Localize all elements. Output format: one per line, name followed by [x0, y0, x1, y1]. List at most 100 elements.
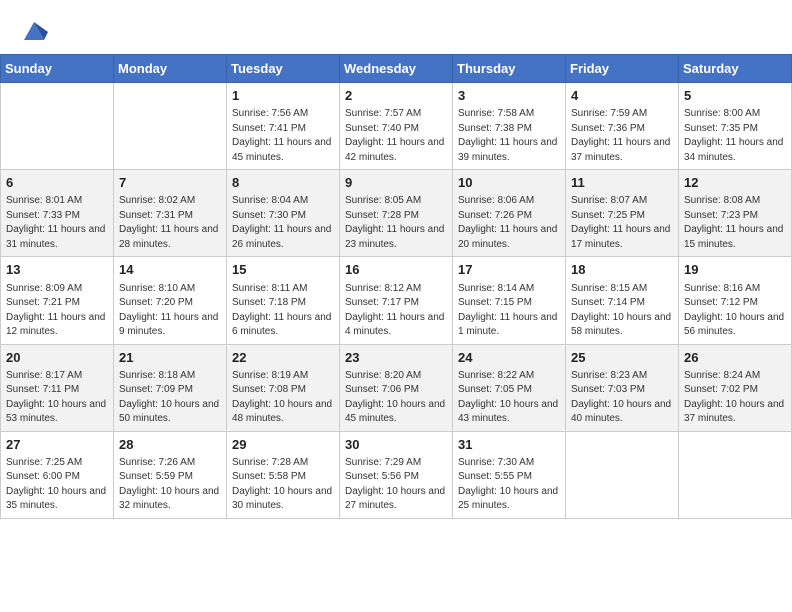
day-info: Sunrise: 7:26 AM Sunset: 5:59 PM Dayligh… — [119, 456, 221, 514]
day-info: Sunrise: 8:00 AM Sunset: 7:35 PM Dayligh… — [684, 107, 786, 165]
calendar-cell — [566, 431, 679, 518]
calendar-cell: 2 Sunrise: 7:57 AM Sunset: 7:40 PM Daylig… — [340, 83, 453, 170]
calendar-cell: 15Sunrise: 8:11 AM Sunset: 7:18 PM Dayli… — [227, 257, 340, 344]
day-number: 3 — [458, 87, 560, 105]
day-info: Sunrise: 8:08 AM Sunset: 7:23 PM Dayligh… — [684, 194, 786, 252]
logo — [18, 12, 48, 44]
day-number: 9 — [345, 174, 447, 192]
day-number: 23 — [345, 349, 447, 367]
day-info: Sunrise: 8:11 AM Sunset: 7:18 PM Dayligh… — [232, 282, 334, 340]
day-number: 13 — [6, 261, 108, 279]
day-number: 24 — [458, 349, 560, 367]
day-number: 26 — [684, 349, 786, 367]
day-number: 29 — [232, 436, 334, 454]
calendar-cell: 13 Sunrise: 8:09 AM Sunset: 7:21 PM Dayli… — [1, 257, 114, 344]
calendar-cell: 24 Sunrise: 8:22 AM Sunset: 7:05 PM Dayli… — [453, 344, 566, 431]
day-info: Sunrise: 7:56 AM Sunset: 7:41 PM Dayligh… — [232, 107, 334, 165]
day-number: 18 — [571, 261, 673, 279]
day-info: Sunrise: 8:24 AM Sunset: 7:02 PM Dayligh… — [684, 369, 786, 427]
day-info: Sunrise: 8:10 AM Sunset: 7:20 PM Dayligh… — [119, 282, 221, 340]
calendar-cell: 20Sunrise: 8:17 AM Sunset: 7:11 PM Dayli… — [1, 344, 114, 431]
day-number: 1 — [232, 87, 334, 105]
header — [0, 0, 792, 50]
calendar-cell: 16 Sunrise: 8:12 AM Sunset: 7:17 PM Dayli… — [340, 257, 453, 344]
day-info: Sunrise: 8:23 AM Sunset: 7:03 PM Dayligh… — [571, 369, 673, 427]
day-number: 16 — [345, 261, 447, 279]
calendar-cell: 8 Sunrise: 8:04 AM Sunset: 7:30 PM Daylig… — [227, 170, 340, 257]
calendar-week-row: 1 Sunrise: 7:56 AM Sunset: 7:41 PM Daylig… — [1, 83, 792, 170]
day-info: Sunrise: 8:01 AM Sunset: 7:33 PM Dayligh… — [6, 194, 108, 252]
day-number: 22 — [232, 349, 334, 367]
day-number: 8 — [232, 174, 334, 192]
day-number: 30 — [345, 436, 447, 454]
calendar-week-row: 20Sunrise: 8:17 AM Sunset: 7:11 PM Dayli… — [1, 344, 792, 431]
calendar-cell — [679, 431, 792, 518]
day-info: Sunrise: 8:18 AM Sunset: 7:09 PM Dayligh… — [119, 369, 221, 427]
day-info: Sunrise: 8:06 AM Sunset: 7:26 PM Dayligh… — [458, 194, 560, 252]
day-info: Sunrise: 8:15 AM Sunset: 7:14 PM Dayligh… — [571, 282, 673, 340]
calendar-cell: 9 Sunrise: 8:05 AM Sunset: 7:28 PM Daylig… — [340, 170, 453, 257]
calendar-week-row: 13 Sunrise: 8:09 AM Sunset: 7:21 PM Dayli… — [1, 257, 792, 344]
day-info: Sunrise: 8:09 AM Sunset: 7:21 PM Dayligh… — [6, 282, 108, 340]
day-info: Sunrise: 8:14 AM Sunset: 7:15 PM Dayligh… — [458, 282, 560, 340]
day-info: Sunrise: 8:12 AM Sunset: 7:17 PM Dayligh… — [345, 282, 447, 340]
day-info: Sunrise: 8:05 AM Sunset: 7:28 PM Dayligh… — [345, 194, 447, 252]
calendar-cell: 19Sunrise: 8:16 AM Sunset: 7:12 PM Dayli… — [679, 257, 792, 344]
day-number: 25 — [571, 349, 673, 367]
calendar-cell: 12 Sunrise: 8:08 AM Sunset: 7:23 PM Dayli… — [679, 170, 792, 257]
day-number: 27 — [6, 436, 108, 454]
calendar-cell: 30Sunrise: 7:29 AM Sunset: 5:56 PM Dayli… — [340, 431, 453, 518]
calendar-cell: 14 Sunrise: 8:10 AM Sunset: 7:20 PM Dayli… — [114, 257, 227, 344]
calendar-cell: 18 Sunrise: 8:15 AM Sunset: 7:14 PM Dayli… — [566, 257, 679, 344]
calendar-cell — [1, 83, 114, 170]
calendar-cell: 31 Sunrise: 7:30 AM Sunset: 5:55 PM Dayli… — [453, 431, 566, 518]
calendar-cell: 5 Sunrise: 8:00 AM Sunset: 7:35 PM Daylig… — [679, 83, 792, 170]
day-info: Sunrise: 7:25 AM Sunset: 6:00 PM Dayligh… — [6, 456, 108, 514]
calendar-cell: 10 Sunrise: 8:06 AM Sunset: 7:26 PM Dayli… — [453, 170, 566, 257]
calendar-cell: 22 Sunrise: 8:19 AM Sunset: 7:08 PM Dayli… — [227, 344, 340, 431]
day-info: Sunrise: 8:07 AM Sunset: 7:25 PM Dayligh… — [571, 194, 673, 252]
day-number: 6 — [6, 174, 108, 192]
day-info: Sunrise: 8:20 AM Sunset: 7:06 PM Dayligh… — [345, 369, 447, 427]
calendar-cell: 17 Sunrise: 8:14 AM Sunset: 7:15 PM Dayli… — [453, 257, 566, 344]
day-info: Sunrise: 8:16 AM Sunset: 7:12 PM Dayligh… — [684, 282, 786, 340]
calendar-cell: 21 Sunrise: 8:18 AM Sunset: 7:09 PM Dayli… — [114, 344, 227, 431]
day-number: 10 — [458, 174, 560, 192]
day-number: 20 — [6, 349, 108, 367]
day-number: 17 — [458, 261, 560, 279]
day-number: 12 — [684, 174, 786, 192]
day-header-friday: Friday — [566, 55, 679, 83]
calendar-cell: 27 Sunrise: 7:25 AM Sunset: 6:00 PM Dayli… — [1, 431, 114, 518]
calendar-header-row: SundayMondayTuesdayWednesdayThursdayFrid… — [1, 55, 792, 83]
calendar-cell: 1 Sunrise: 7:56 AM Sunset: 7:41 PM Daylig… — [227, 83, 340, 170]
day-number: 31 — [458, 436, 560, 454]
day-number: 5 — [684, 87, 786, 105]
day-info: Sunrise: 8:22 AM Sunset: 7:05 PM Dayligh… — [458, 369, 560, 427]
page: SundayMondayTuesdayWednesdayThursdayFrid… — [0, 0, 792, 612]
day-number: 28 — [119, 436, 221, 454]
day-header-saturday: Saturday — [679, 55, 792, 83]
day-number: 21 — [119, 349, 221, 367]
day-number: 14 — [119, 261, 221, 279]
calendar-cell: 29 Sunrise: 7:28 AM Sunset: 5:58 PM Dayli… — [227, 431, 340, 518]
day-header-monday: Monday — [114, 55, 227, 83]
calendar-cell: 26 Sunrise: 8:24 AM Sunset: 7:02 PM Dayli… — [679, 344, 792, 431]
day-info: Sunrise: 7:28 AM Sunset: 5:58 PM Dayligh… — [232, 456, 334, 514]
calendar-week-row: 6 Sunrise: 8:01 AM Sunset: 7:33 PM Daylig… — [1, 170, 792, 257]
calendar-cell: 11 Sunrise: 8:07 AM Sunset: 7:25 PM Dayli… — [566, 170, 679, 257]
day-info: Sunrise: 8:19 AM Sunset: 7:08 PM Dayligh… — [232, 369, 334, 427]
day-info: Sunrise: 8:04 AM Sunset: 7:30 PM Dayligh… — [232, 194, 334, 252]
day-info: Sunrise: 7:30 AM Sunset: 5:55 PM Dayligh… — [458, 456, 560, 514]
calendar-cell: 4Sunrise: 7:59 AM Sunset: 7:36 PM Daylig… — [566, 83, 679, 170]
calendar-week-row: 27 Sunrise: 7:25 AM Sunset: 6:00 PM Dayli… — [1, 431, 792, 518]
day-number: 4 — [571, 87, 673, 105]
day-header-thursday: Thursday — [453, 55, 566, 83]
calendar-cell: 6 Sunrise: 8:01 AM Sunset: 7:33 PM Daylig… — [1, 170, 114, 257]
day-number: 2 — [345, 87, 447, 105]
day-header-tuesday: Tuesday — [227, 55, 340, 83]
calendar-cell: 7Sunrise: 8:02 AM Sunset: 7:31 PM Daylig… — [114, 170, 227, 257]
day-info: Sunrise: 7:57 AM Sunset: 7:40 PM Dayligh… — [345, 107, 447, 165]
calendar-table: SundayMondayTuesdayWednesdayThursdayFrid… — [0, 54, 792, 519]
day-header-sunday: Sunday — [1, 55, 114, 83]
day-number: 11 — [571, 174, 673, 192]
